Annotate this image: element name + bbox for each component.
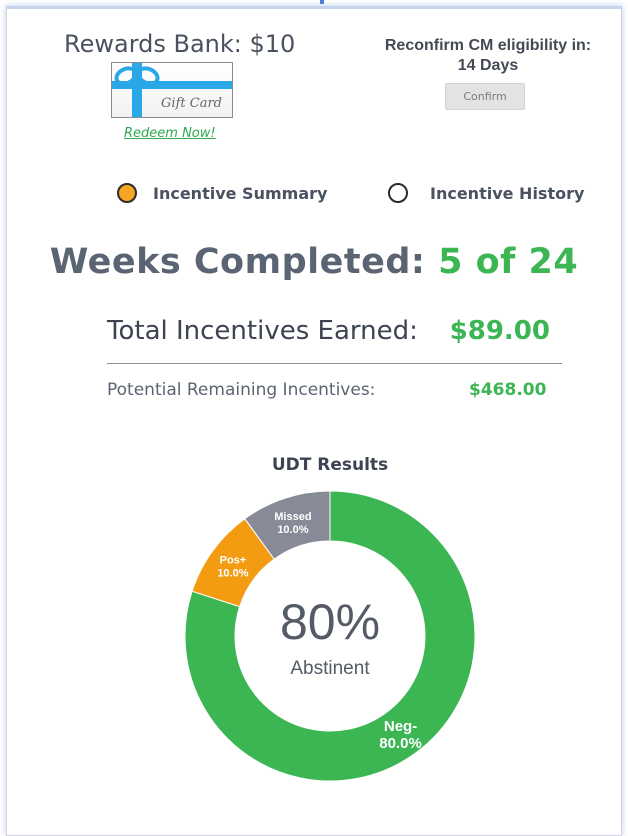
weeks-completed: Weeks Completed: 5 of 24 — [0, 242, 628, 282]
redeem-now-link[interactable]: Redeem Now! — [124, 126, 216, 141]
potential-remaining-label: Potential Remaining Incentives: — [107, 380, 376, 400]
tab-label: Incentive Summary — [153, 183, 328, 203]
window-indicator — [320, 0, 324, 4]
chart-title: UDT Results — [271, 455, 389, 475]
potential-remaining-value: $468.00 — [469, 380, 547, 400]
slice-value-label: 10.0% — [217, 567, 248, 579]
center-label: Abstinent — [290, 658, 370, 679]
divider — [107, 363, 562, 364]
eligibility-notice: Reconfirm CM eligibility in: 14 Days — [364, 36, 612, 76]
eligibility-line: Reconfirm CM eligibility in: — [384, 37, 592, 54]
udt-donut-chart: Neg-80.0%Pos+10.0%Missed10.0% 80% Abstin… — [185, 491, 475, 781]
slice-value-label: 10.0% — [277, 524, 308, 536]
gift-card-image[interactable]: Gift Card — [111, 62, 233, 118]
tab-incentive-summary[interactable]: Incentive Summary — [117, 183, 327, 203]
confirm-button[interactable]: Confirm — [445, 83, 525, 110]
rewards-bank-title: Rewards Bank: $10 — [64, 30, 296, 58]
slice-value-label: 80.0% — [379, 735, 422, 752]
slice-label: Pos+ — [220, 554, 247, 566]
center-value: 80% — [280, 594, 380, 650]
weeks-label: Weeks Completed: — [49, 242, 426, 282]
slice-label: Missed — [274, 511, 311, 523]
radio-selected-icon[interactable] — [117, 183, 137, 203]
gift-card-text: Gift Card — [161, 96, 222, 111]
eligibility-days: 14 Days — [457, 57, 519, 74]
tab-label: Incentive History — [430, 183, 585, 203]
weeks-value: 5 of 24 — [438, 242, 579, 282]
slice-label: Neg- — [384, 718, 417, 735]
tab-incentive-history[interactable]: Incentive History — [388, 183, 584, 203]
total-earned-value: $89.00 — [449, 316, 550, 346]
total-incentives-row: Total Incentives Earned: $89.00 — [107, 316, 562, 350]
total-earned-label: Total Incentives Earned: — [107, 316, 418, 346]
radio-unselected-icon[interactable] — [388, 183, 408, 203]
